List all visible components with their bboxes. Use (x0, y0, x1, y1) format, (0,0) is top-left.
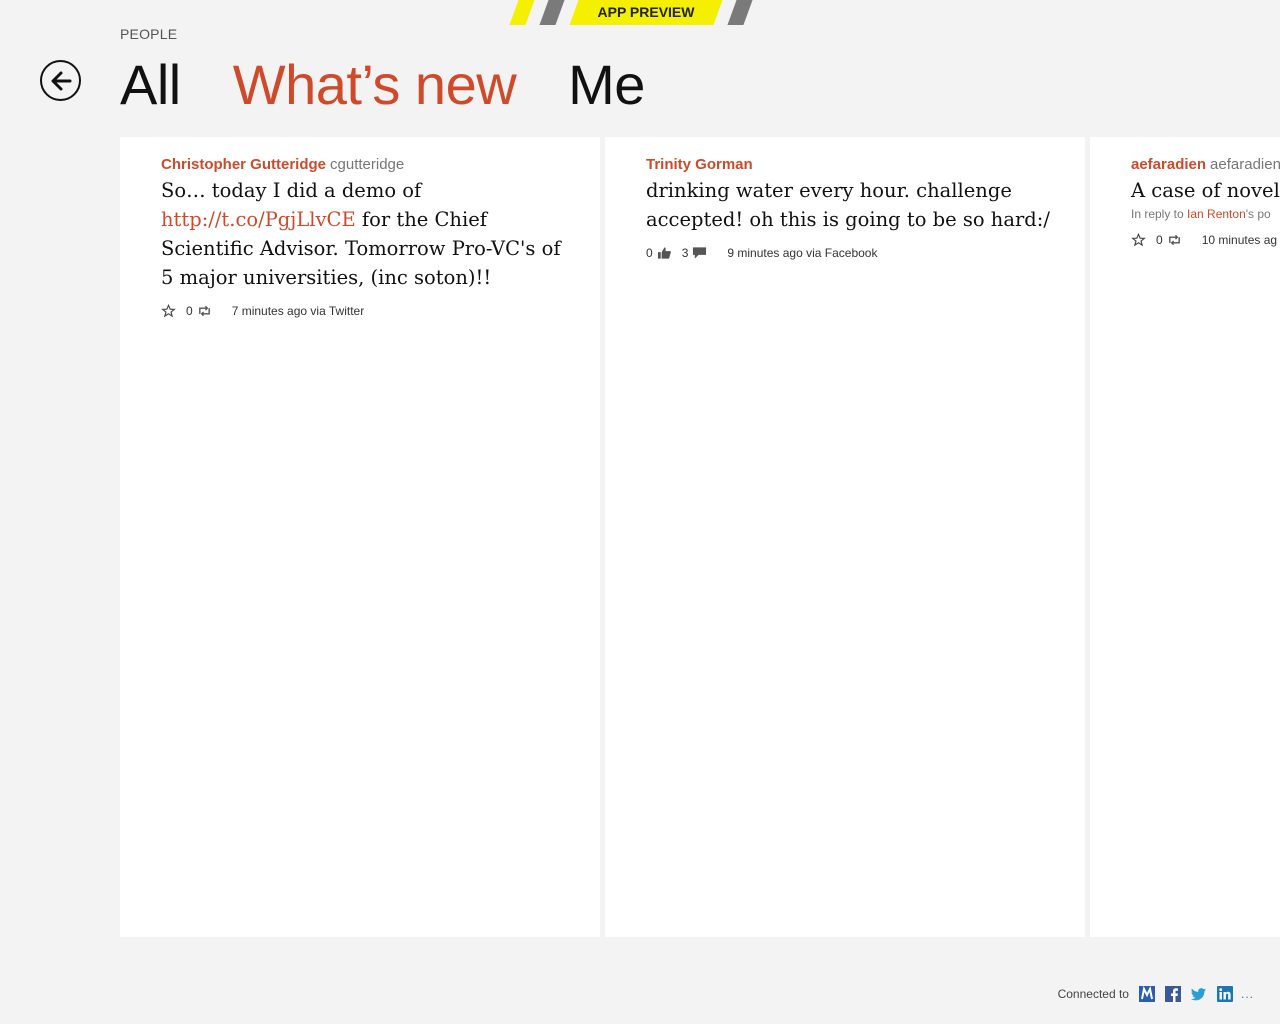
reply-suffix: 's po (1245, 207, 1271, 221)
facebook-icon[interactable] (1164, 986, 1181, 1002)
app-preview-banner: APP PREVIEW (508, 0, 758, 25)
reply-name[interactable]: Ian Renton (1187, 207, 1246, 221)
banner-stripe (539, 0, 565, 25)
banner-label: APP PREVIEW (597, 4, 695, 20)
post-line: Scientific Advisor. Tomorrow Pro-VC's of (161, 237, 561, 260)
post-line: 5 major universities, (inc soton)!! (161, 266, 492, 289)
post-link[interactable]: http://t.co/PgjLlvCE (161, 208, 356, 231)
like-count: 0 (646, 246, 653, 260)
reply-info: In reply to Ian Renton's po (1131, 207, 1280, 221)
thumbs-up-icon[interactable] (657, 246, 672, 260)
connected-label: Connected to (1057, 987, 1129, 1001)
feed: Christopher Gutteridge cgutteridge So… to… (120, 137, 1280, 937)
author-handle: aefaradien (1210, 156, 1280, 173)
post-card[interactable]: aefaradien aefaradien A case of novelt In… (1090, 137, 1280, 937)
comment-icon[interactable] (692, 246, 707, 260)
post-line: drinking water every hour. challenge (646, 179, 1012, 202)
post-body: A case of novelt (1131, 176, 1280, 205)
section-label: PEOPLE (120, 26, 178, 42)
banner-label-box: APP PREVIEW (569, 0, 723, 25)
post-author: aefaradien aefaradien (1131, 156, 1280, 174)
tab-all[interactable]: All (120, 52, 181, 118)
post-card[interactable]: Christopher Gutteridge cgutteridge So… to… (120, 137, 600, 937)
tab-whats-new[interactable]: What’s new (233, 52, 517, 118)
reply-prefix: In reply to (1131, 207, 1188, 221)
post-line: http://t.co/PgjLlvCE for the Chief (161, 205, 559, 234)
post-text: for the Chief (355, 208, 487, 231)
banner-stripe (727, 0, 753, 25)
author-handle: cgutteridge (330, 156, 405, 173)
retweet-icon[interactable] (1167, 233, 1182, 247)
post-body: So… today I did a demo of http://t.co/Pg… (161, 176, 561, 292)
post-line: A case of novelt (1131, 179, 1280, 202)
author-name[interactable]: aefaradien (1131, 156, 1206, 173)
back-arrow-icon (51, 71, 71, 90)
post-author: Trinity Gorman (646, 156, 1044, 174)
post-meta: 0 7 minutes ago via Twitter (161, 304, 559, 318)
retweet-count: 0 (186, 304, 193, 318)
post-line: accepted! oh this is going to be so hard… (646, 208, 1050, 231)
post-meta: 0 10 minutes ag (1131, 233, 1280, 247)
linkedin-icon[interactable] (1216, 986, 1233, 1002)
comment-count: 3 (681, 246, 689, 260)
retweet-icon[interactable] (197, 304, 212, 318)
twitter-icon[interactable] (1190, 986, 1207, 1002)
star-icon[interactable] (1131, 233, 1146, 247)
post-time: 10 minutes ag (1201, 233, 1278, 247)
banner-stripe (509, 0, 535, 25)
author-name[interactable]: Christopher Gutteridge (161, 156, 326, 173)
post-body: drinking water every hour. challenge acc… (646, 176, 1050, 234)
post-line: So… today I did a demo of (161, 179, 422, 202)
connected-services: Connected to ... (1058, 986, 1254, 1002)
post-time: 9 minutes ago via Facebook (727, 246, 878, 260)
pivot-tabs: All What’s new Me (120, 48, 697, 118)
post-card[interactable]: Trinity Gorman drinking water every hour… (605, 137, 1085, 937)
more-services-button[interactable]: ... (1241, 987, 1254, 1001)
messenger-icon[interactable] (1138, 986, 1155, 1002)
back-button[interactable] (40, 60, 81, 101)
retweet-count: 0 (1156, 233, 1163, 247)
post-author: Christopher Gutteridge cgutteridge (161, 156, 559, 174)
post-meta: 0 3 9 minutes ago via Facebook (646, 246, 1044, 260)
post-time: 7 minutes ago via Twitter (231, 304, 365, 318)
star-icon[interactable] (161, 304, 176, 318)
tab-me[interactable]: Me (568, 52, 645, 118)
author-name[interactable]: Trinity Gorman (646, 156, 753, 173)
